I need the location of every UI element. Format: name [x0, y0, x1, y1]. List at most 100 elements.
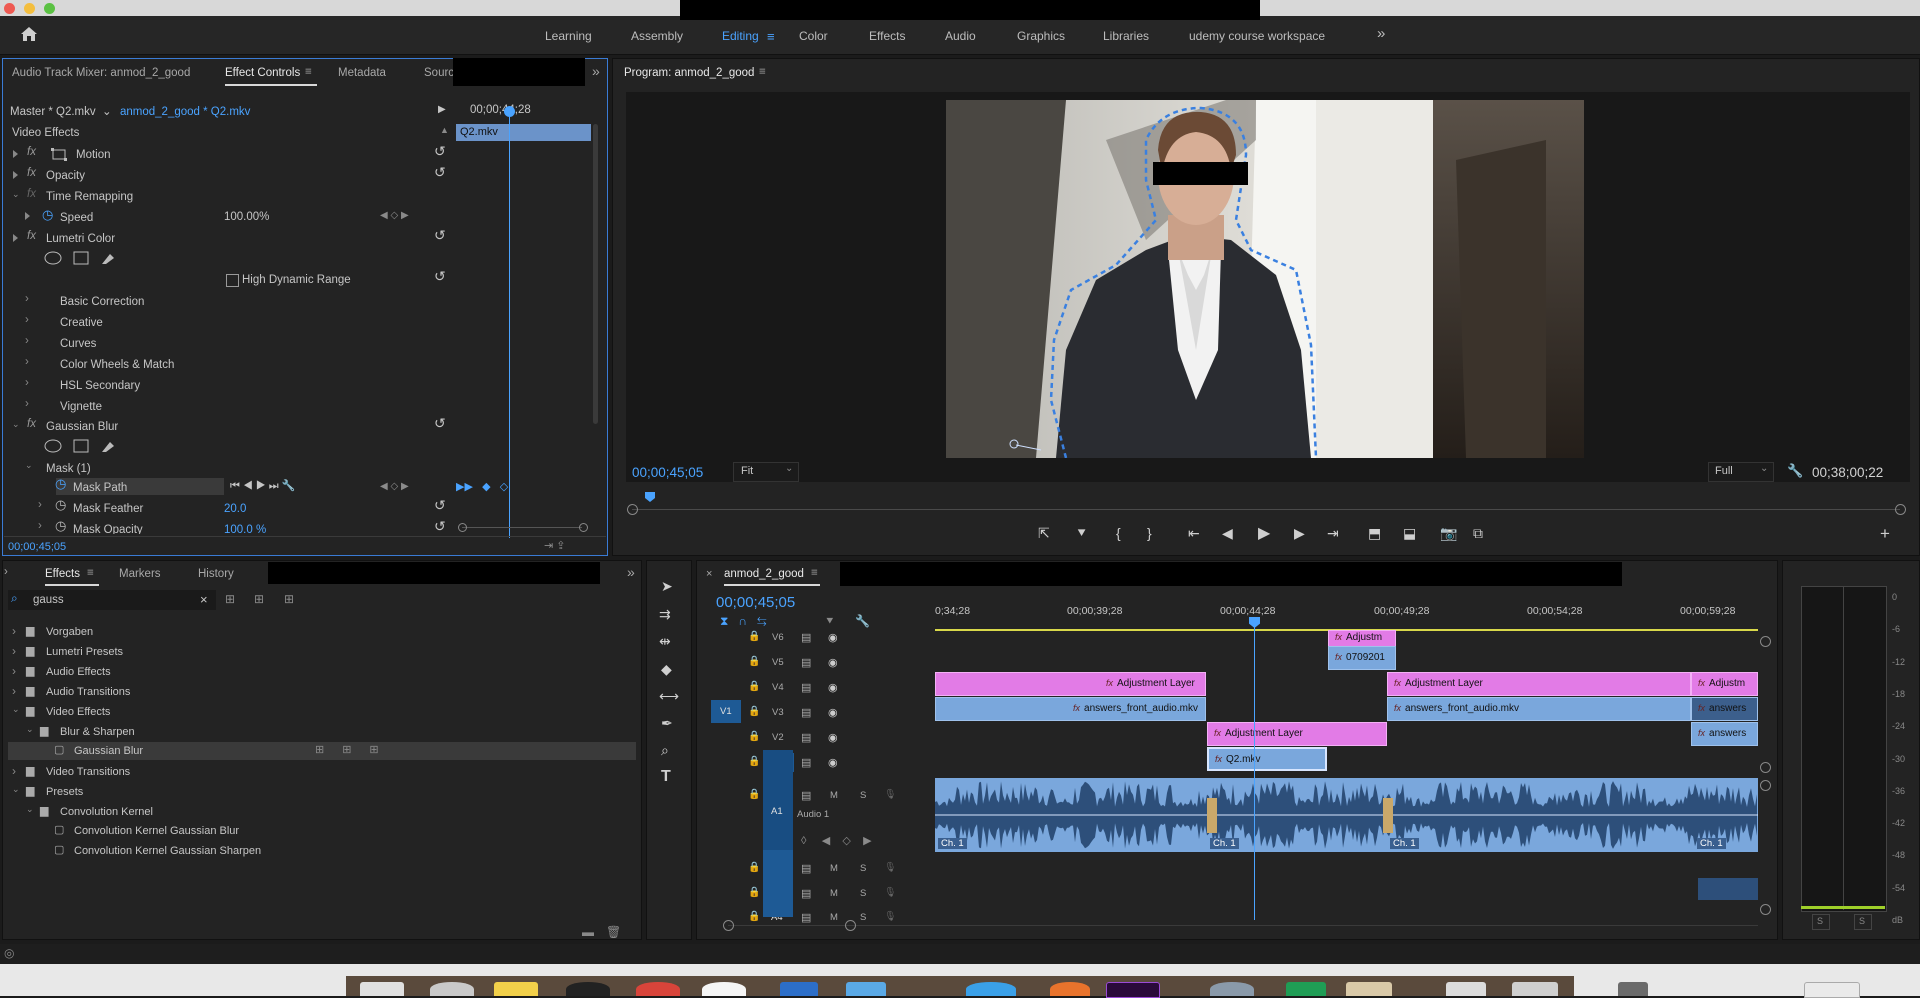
- track-label[interactable]: V4: [772, 682, 784, 693]
- clear-search-icon[interactable]: ×: [200, 592, 208, 607]
- expand-chevron-icon[interactable]: ›: [12, 624, 16, 638]
- dock-app-icon[interactable]: [846, 982, 886, 996]
- lock-track-icon[interactable]: 🔒: [748, 656, 760, 667]
- scroll-up-icon[interactable]: ▲: [440, 125, 449, 135]
- timeline-clip[interactable]: fx Q2.mkv: [1207, 747, 1327, 771]
- dock-app-icon[interactable]: [1346, 982, 1392, 996]
- scroll-handle[interactable]: [723, 920, 734, 931]
- expand-chevron-icon[interactable]: ›: [38, 499, 42, 511]
- color-wheels-label[interactable]: Color Wheels & Match: [60, 359, 174, 371]
- reset-icon[interactable]: ↺: [434, 497, 446, 514]
- panel-menu-icon[interactable]: ≡: [87, 567, 94, 579]
- reset-icon[interactable]: ↺: [434, 164, 446, 181]
- effects-tree-item[interactable]: Audio Transitions: [46, 686, 130, 698]
- expand-chevron-icon[interactable]: ›: [25, 335, 29, 347]
- timeline-clip[interactable]: fx Adjustment Layer: [1207, 722, 1387, 746]
- expand-speed-chevron[interactable]: [25, 212, 30, 220]
- step-back-icon[interactable]: ◀: [1222, 525, 1233, 542]
- panel-scroll-left-icon[interactable]: ›: [4, 566, 8, 578]
- dock-app-icon[interactable]: [1512, 982, 1558, 996]
- sync-lock-icon[interactable]: ▤: [801, 631, 811, 644]
- scroll-handle[interactable]: [845, 920, 856, 931]
- mute-button[interactable]: M: [830, 888, 838, 899]
- eye-icon[interactable]: ◉: [828, 756, 838, 769]
- lock-track-icon[interactable]: 🔒: [748, 631, 760, 642]
- extract-icon[interactable]: ⬓: [1403, 525, 1416, 542]
- lock-track-icon[interactable]: 🔒: [748, 911, 760, 922]
- accelerated-effects-icon[interactable]: ⊞: [225, 592, 235, 606]
- ec-zoom-scrollbar[interactable]: [462, 527, 582, 528]
- timeline-timecode[interactable]: 00;00;45;05: [716, 594, 795, 611]
- program-monitor-title[interactable]: Program: anmod_2_good: [624, 67, 754, 79]
- timeline-h-scrollbar[interactable]: [728, 925, 1758, 926]
- mask-opacity-value[interactable]: 100.0 %: [224, 524, 266, 534]
- comparison-view-icon[interactable]: ⧉: [1473, 525, 1483, 542]
- sync-lock-icon[interactable]: ▤: [801, 911, 811, 924]
- scroll-handle[interactable]: [1760, 780, 1771, 791]
- 32bit-effects-icon[interactable]: ⊞: [254, 592, 264, 606]
- effects-tree-item[interactable]: Lumetri Presets: [46, 646, 123, 658]
- filter-export-icons[interactable]: ⇥ ⇪: [544, 539, 566, 552]
- keyframe-nav-icon[interactable]: ◀ ◇ ▶: [380, 481, 409, 492]
- timeline-clip[interactable]: fx Adjustm: [1691, 672, 1758, 696]
- sync-lock-icon[interactable]: ▤: [801, 706, 811, 719]
- dock-app-icon[interactable]: [430, 982, 474, 996]
- dock-app-icon[interactable]: [494, 982, 538, 996]
- solo-button[interactable]: S: [860, 912, 866, 923]
- effects-tree-item[interactable]: Blur & Sharpen: [60, 726, 135, 738]
- collapse-chevron-icon[interactable]: ⌄: [12, 704, 20, 715]
- step-forward-icon[interactable]: ▶: [1294, 525, 1305, 542]
- eye-icon[interactable]: ◉: [828, 731, 838, 744]
- lock-track-icon[interactable]: 🔒: [748, 731, 760, 742]
- timeline-clip[interactable]: fx answers: [1691, 722, 1758, 746]
- lock-track-icon[interactable]: 🔒: [748, 756, 760, 767]
- track-label[interactable]: V6: [772, 632, 784, 643]
- zoom-tool-icon[interactable]: ⌕: [661, 742, 669, 759]
- sync-lock-icon[interactable]: ▤: [801, 862, 811, 875]
- lock-track-icon[interactable]: 🔒: [748, 862, 760, 873]
- dock-app-icon[interactable]: [1618, 982, 1648, 996]
- effects-tree-item[interactable]: Video Transitions: [46, 766, 130, 778]
- fx-badge-icon[interactable]: fx: [27, 167, 36, 179]
- hdr-checkbox[interactable]: [226, 274, 239, 287]
- scroll-handle[interactable]: [1760, 904, 1771, 915]
- play-only-clip-icon[interactable]: ▶: [438, 104, 446, 115]
- dock-app-icon[interactable]: [702, 982, 746, 996]
- master-clip-label[interactable]: Master * Q2.mkv: [10, 106, 96, 118]
- yuv-effects-icon[interactable]: ⊞: [284, 592, 294, 606]
- workspace-effects[interactable]: Effects: [869, 29, 905, 43]
- collapse-chevron-icon[interactable]: ⌄: [26, 804, 34, 815]
- timeline-clip[interactable]: fx Adjustment Layer: [1387, 672, 1691, 696]
- effects-tree-item[interactable]: Convolution Kernel: [60, 806, 153, 818]
- dock-app-icon[interactable]: [566, 982, 610, 996]
- trash-icon[interactable]: 🗑: [606, 925, 621, 939]
- nest-toggle-icon[interactable]: ⧗ ∩ ⇆: [720, 614, 767, 629]
- reset-icon[interactable]: ↺: [434, 415, 446, 432]
- collapse-chevron-icon[interactable]: ⌄: [12, 784, 20, 795]
- workspace-assembly[interactable]: Assembly: [631, 29, 683, 43]
- motion-transform-icon[interactable]: [50, 148, 68, 161]
- workspace-udemy[interactable]: udemy course workspace: [1189, 29, 1325, 43]
- go-to-in-icon[interactable]: ⇤: [1188, 525, 1200, 542]
- workspace-libraries[interactable]: Libraries: [1103, 29, 1149, 43]
- ec-playhead[interactable]: [509, 108, 510, 538]
- effects-tree-item[interactable]: Convolution Kernel Gaussian Blur: [74, 825, 239, 837]
- mask-feather-value[interactable]: 20.0: [224, 503, 246, 515]
- scroll-handle[interactable]: [579, 523, 588, 532]
- mute-button[interactable]: M: [830, 790, 838, 801]
- lock-track-icon[interactable]: 🔒: [748, 887, 760, 898]
- expand-chevron-icon[interactable]: ›: [25, 314, 29, 326]
- chevron-down-icon[interactable]: ⌄: [785, 463, 793, 474]
- timeline-clip-a3[interactable]: [1698, 878, 1758, 900]
- close-window-button[interactable]: [4, 3, 15, 14]
- scroll-handle[interactable]: [627, 504, 638, 515]
- ec-vertical-scrollbar[interactable]: [593, 124, 598, 424]
- tab-effect-controls[interactable]: Effect Controls: [225, 67, 300, 79]
- workspace-learning[interactable]: Learning: [545, 29, 592, 43]
- sync-lock-icon[interactable]: ▤: [801, 656, 811, 669]
- effects-tree-item[interactable]: Presets: [46, 786, 83, 798]
- effects-tree-item[interactable]: Video Effects: [46, 706, 110, 718]
- stopwatch-icon[interactable]: ◷: [42, 207, 53, 223]
- timeline-clip[interactable]: fx 0709201: [1328, 646, 1396, 670]
- play-button[interactable]: ▶: [1258, 523, 1270, 543]
